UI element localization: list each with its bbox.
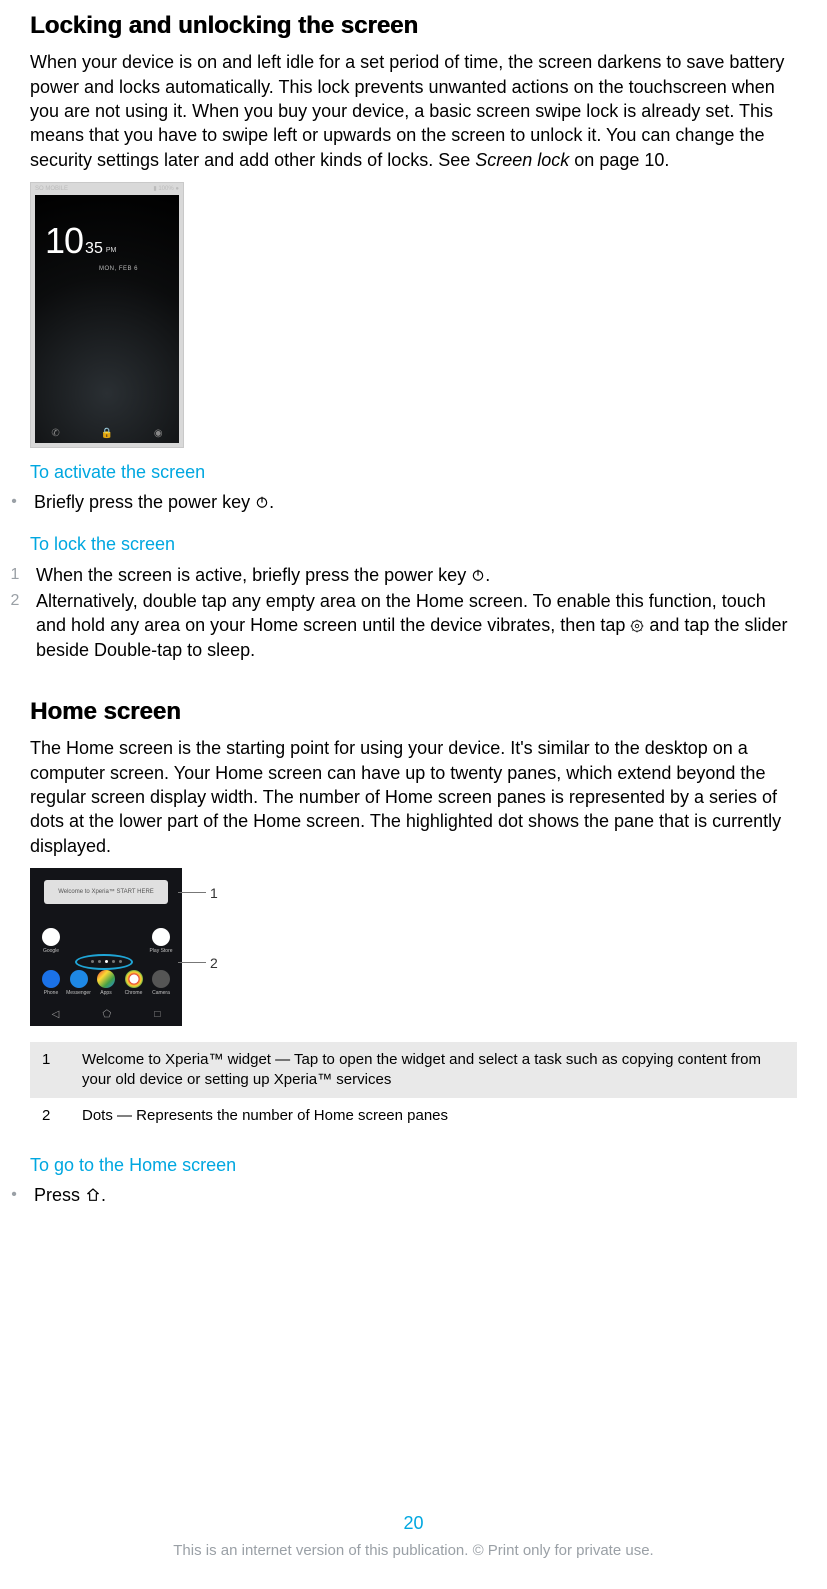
status-battery: ▮ 100% ● [153,185,179,193]
step-number-1: 1 [8,563,22,587]
callout-cell-num: 1 [30,1042,70,1099]
app-label: Chrome [125,990,143,997]
lock-step-2: Alternatively, double tap any empty area… [36,589,797,662]
lockscreen-clock: 10 35 PM [45,223,116,259]
subheading-go-home: To go to the Home screen [30,1153,797,1177]
nav-camera-icon: ◉ [154,427,163,441]
table-row: 2 Dots — Represents the number of Home s… [30,1098,797,1134]
illustration-lockscreen: SO MOBILE ▮ 100% ● 10 35 PM MON, FEB 6 ✆… [30,182,184,448]
bullet-icon: • [8,1183,20,1207]
page-content: Locking and unlocking the screen When yo… [0,0,827,1269]
nav-home-icon: ⬠ [102,1008,111,1022]
app-label: Google [43,948,59,955]
lock-step-1: When the screen is active, briefly press… [36,563,797,587]
app-label: Messenger [66,990,91,997]
clock-date: MON, FEB 6 [99,265,138,273]
nav-lock-icon: 🔒 [101,427,113,441]
callout-table: 1 Welcome to Xperia™ widget — Tap to ope… [30,1042,797,1135]
illustration-home-screen-wrap: Welcome to Xperia™ START HERE Google Pla… [30,868,797,1026]
gear-icon [630,615,644,629]
step-activate: Briefly press the power key . [34,490,797,514]
app-label: Play Store [149,948,172,955]
app-label: Camera [152,990,170,997]
para-locking-b: on page 10. [569,150,669,170]
heading-home-screen: Home screen [30,696,797,728]
subheading-activate-screen: To activate the screen [30,460,797,484]
app-label: Phone [44,990,58,997]
para-locking-a: When your device is on and left idle for… [30,52,784,169]
ref-screen-lock: Screen lock [475,150,569,170]
para-locking: When your device is on and left idle for… [30,50,797,171]
bullet-icon: • [8,490,20,514]
home-icon [85,1185,101,1201]
callout-cell-text: Welcome to Xperia™ widget — Tap to open … [70,1042,797,1099]
callout-number-1: 1 [210,884,218,903]
welcome-widget: Welcome to Xperia™ START HERE [44,880,168,904]
page-number: 20 [0,1511,827,1535]
nav-recent-icon: □ [154,1008,160,1022]
clock-hour: 10 [45,223,83,259]
nav-phone-icon: ✆ [51,427,59,441]
power-icon [471,564,485,578]
step-go-home: Press . [34,1183,797,1207]
illustration-home-screen: Welcome to Xperia™ START HERE Google Pla… [30,868,182,1026]
clock-ampm: PM [106,246,117,258]
callout-cell-num: 2 [30,1098,70,1134]
power-icon [255,491,269,505]
clock-min: 35 [85,241,103,259]
heading-locking: Locking and unlocking the screen [30,10,797,42]
subheading-lock-screen: To lock the screen [30,532,797,556]
para-home-screen: The Home screen is the starting point fo… [30,736,797,857]
callout-cell-text: Dots — Represents the number of Home scr… [70,1098,797,1134]
callout-lines: 1 2 [188,868,218,1026]
table-row: 1 Welcome to Xperia™ widget — Tap to ope… [30,1042,797,1099]
footer-note: This is an internet version of this publ… [0,1541,827,1561]
nav-back-icon: ◁ [52,1008,60,1022]
app-label: Apps [100,990,111,997]
callout-ring [75,954,133,970]
step-number-2: 2 [8,589,22,613]
status-carrier: SO MOBILE [35,185,68,193]
callout-number-2: 2 [210,954,218,973]
